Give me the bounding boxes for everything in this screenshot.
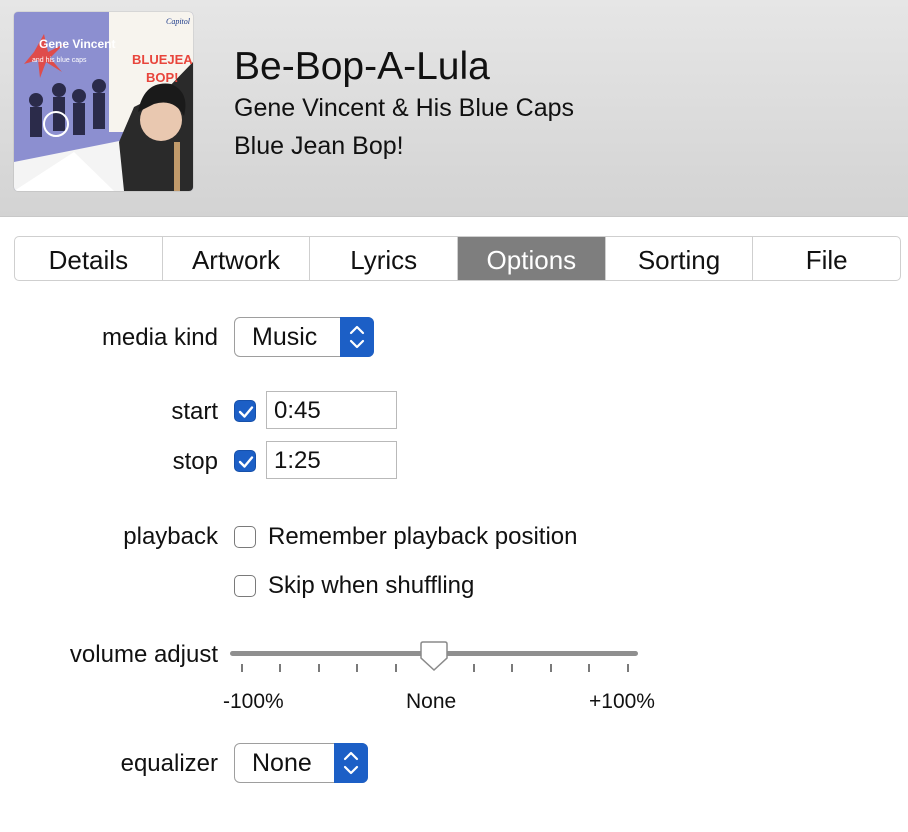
- capitol-logo: Capitol: [166, 17, 191, 26]
- artwork-band-subtext: and his blue caps: [32, 57, 87, 64]
- media-kind-label: media kind: [101, 324, 218, 351]
- artwork-band-text: Gene Vincent: [39, 37, 115, 51]
- volume-tick: [241, 664, 243, 672]
- volume-tick: [511, 664, 513, 672]
- remember-position-checkbox[interactable]: [234, 526, 256, 548]
- equalizer-label: equalizer: [120, 750, 218, 777]
- artwork-album-text-2: BOP!: [146, 70, 179, 85]
- volume-min-label: -100%: [223, 690, 284, 713]
- equalizer-select[interactable]: None: [234, 743, 368, 783]
- track-artist: Gene Vincent & His Blue Caps: [234, 94, 575, 122]
- track-album: Blue Jean Bop!: [234, 132, 404, 160]
- tab-sorting[interactable]: Sorting: [606, 237, 754, 280]
- album-artwork[interactable]: Gene Vincent and his blue caps BLUEJEAN …: [14, 12, 193, 191]
- stop-checkbox[interactable]: [234, 450, 256, 472]
- start-checkbox[interactable]: [234, 400, 256, 422]
- artwork-album-text: BLUEJEAN: [132, 52, 193, 67]
- volume-tick: [318, 664, 320, 672]
- volume-tick: [588, 664, 590, 672]
- volume-max-label: +100%: [589, 690, 655, 713]
- equalizer-value: None: [252, 749, 312, 777]
- playback-label: playback: [123, 523, 218, 550]
- volume-tick: [473, 664, 475, 672]
- track-header: Gene Vincent and his blue caps BLUEJEAN …: [0, 0, 908, 217]
- tab-file[interactable]: File: [753, 237, 900, 280]
- volume-tick: [279, 664, 281, 672]
- start-time-field[interactable]: 0:45: [266, 391, 397, 429]
- tab-details[interactable]: Details: [15, 237, 163, 280]
- skip-shuffling-checkbox[interactable]: [234, 575, 256, 597]
- stop-label: stop: [172, 448, 218, 475]
- volume-adjust-label: volume adjust: [69, 641, 218, 668]
- up-down-chevron-icon: [334, 743, 368, 783]
- tab-artwork[interactable]: Artwork: [163, 237, 311, 280]
- remember-position-label[interactable]: Remember playback position: [268, 523, 577, 551]
- skip-shuffling-label[interactable]: Skip when shuffling: [268, 572, 474, 600]
- up-down-chevron-icon: [340, 317, 374, 357]
- media-kind-select[interactable]: Music: [234, 317, 374, 357]
- tab-lyrics[interactable]: Lyrics: [310, 237, 459, 280]
- volume-tick: [550, 664, 552, 672]
- stop-time-field[interactable]: 1:25: [266, 441, 397, 479]
- tab-options[interactable]: Options: [458, 237, 606, 280]
- volume-slider-thumb[interactable]: [419, 640, 449, 672]
- album-cover-image: Gene Vincent and his blue caps BLUEJEAN …: [14, 12, 193, 191]
- checkmark-icon: [238, 406, 254, 418]
- volume-tick: [356, 664, 358, 672]
- media-kind-value: Music: [252, 323, 318, 351]
- start-label: start: [171, 398, 218, 425]
- volume-mid-label: None: [406, 690, 457, 713]
- info-tabs: Details Artwork Lyrics Options Sorting F…: [14, 236, 901, 281]
- volume-tick: [395, 664, 397, 672]
- volume-tick: [627, 664, 629, 672]
- track-title: Be-Bop-A-Lula: [234, 45, 490, 88]
- checkmark-icon: [238, 456, 254, 468]
